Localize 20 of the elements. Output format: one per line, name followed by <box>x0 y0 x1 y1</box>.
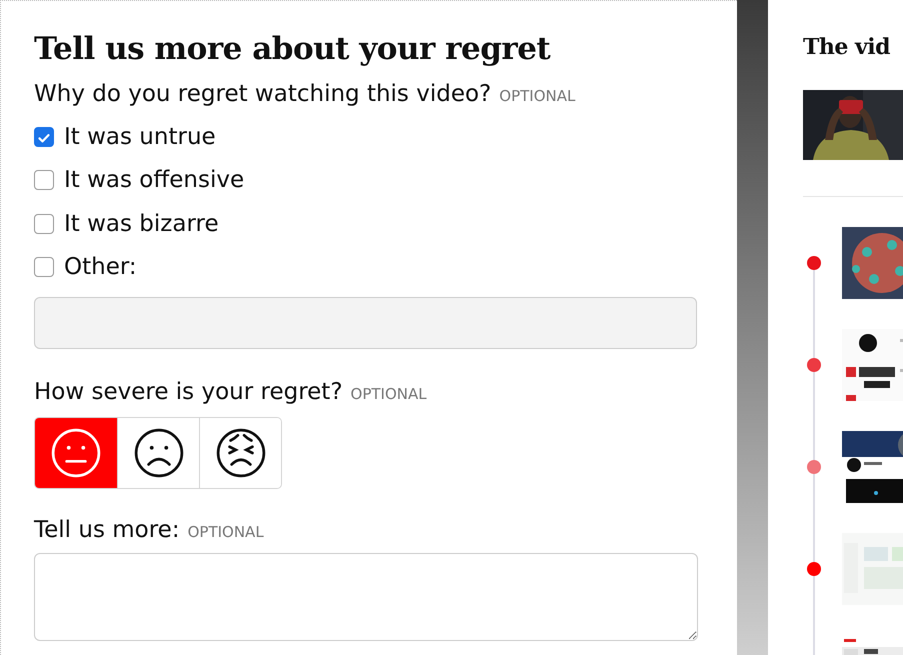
checkbox[interactable] <box>34 170 54 190</box>
checkbox[interactable] <box>34 214 54 234</box>
checkbox[interactable] <box>34 257 54 278</box>
question-label: Tell us more: <box>34 517 180 543</box>
checkbox[interactable] <box>34 126 54 147</box>
question-label: How severe is your regret? <box>34 379 343 405</box>
distressed-face-button[interactable] <box>199 418 281 488</box>
neutral-face-button[interactable] <box>35 418 117 488</box>
optional-label: OPTIONAL <box>350 385 427 403</box>
option-label: Other: <box>64 254 137 280</box>
optional-label: OPTIONAL <box>188 523 264 541</box>
option-label: It was offensive <box>64 167 244 194</box>
optional-label: OPTIONAL <box>499 87 576 105</box>
form-title: Tell us more about your regret <box>34 31 552 67</box>
other-input-field[interactable] <box>34 297 697 349</box>
comment-text-area[interactable] <box>34 553 698 641</box>
panel-title: The vid <box>803 34 892 60</box>
question-label: Why do you regret watching this video? <box>34 81 492 107</box>
option-label: It was untrue <box>64 124 216 150</box>
option-label: It was bizarre <box>64 210 219 237</box>
